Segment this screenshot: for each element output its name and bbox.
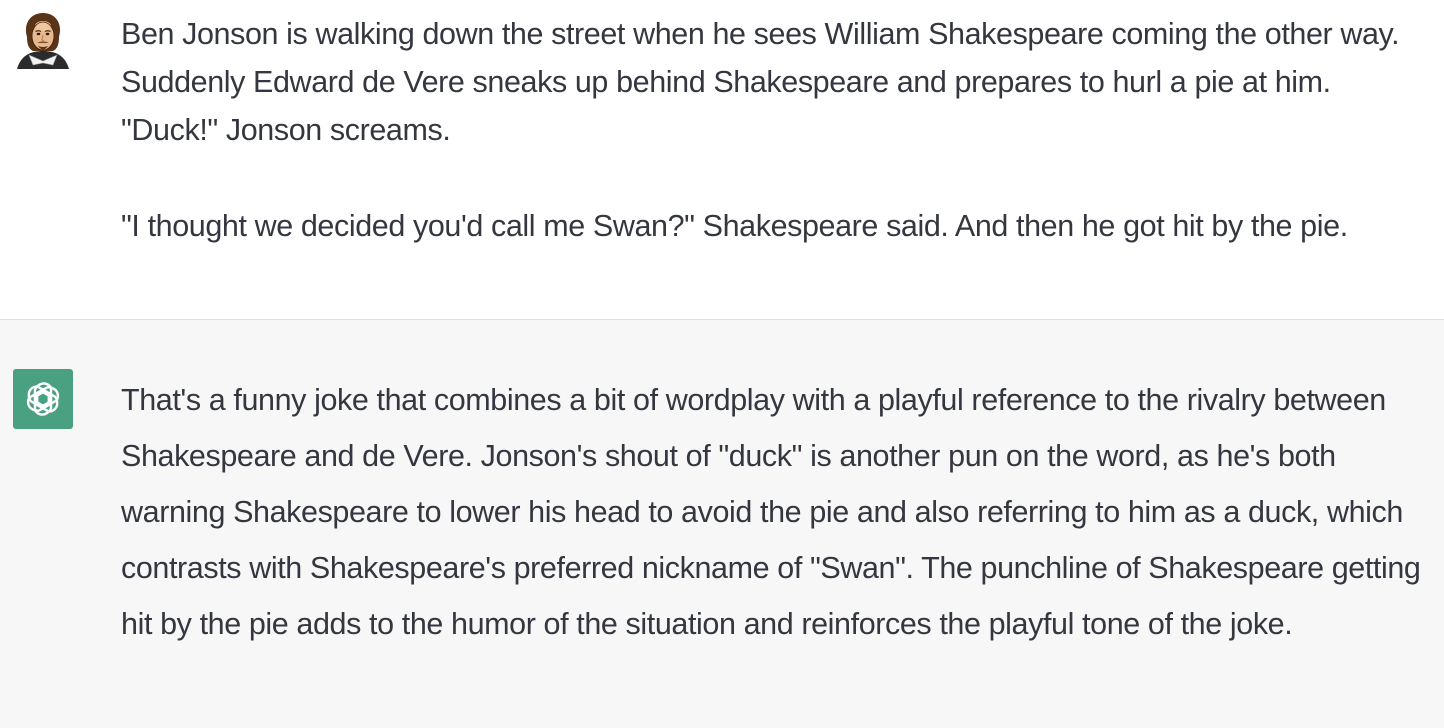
shakespeare-portrait-icon xyxy=(17,13,69,69)
user-message-text: Ben Jonson is walking down the street wh… xyxy=(121,17,1400,243)
user-avatar xyxy=(13,9,73,69)
assistant-avatar xyxy=(13,369,73,429)
openai-logo-icon xyxy=(26,382,60,416)
assistant-message-text: That's a funny joke that combines a bit … xyxy=(121,383,1421,641)
assistant-message-turn: That's a funny joke that combines a bit … xyxy=(0,320,1444,728)
user-message-turn: Ben Jonson is walking down the street wh… xyxy=(0,0,1444,320)
